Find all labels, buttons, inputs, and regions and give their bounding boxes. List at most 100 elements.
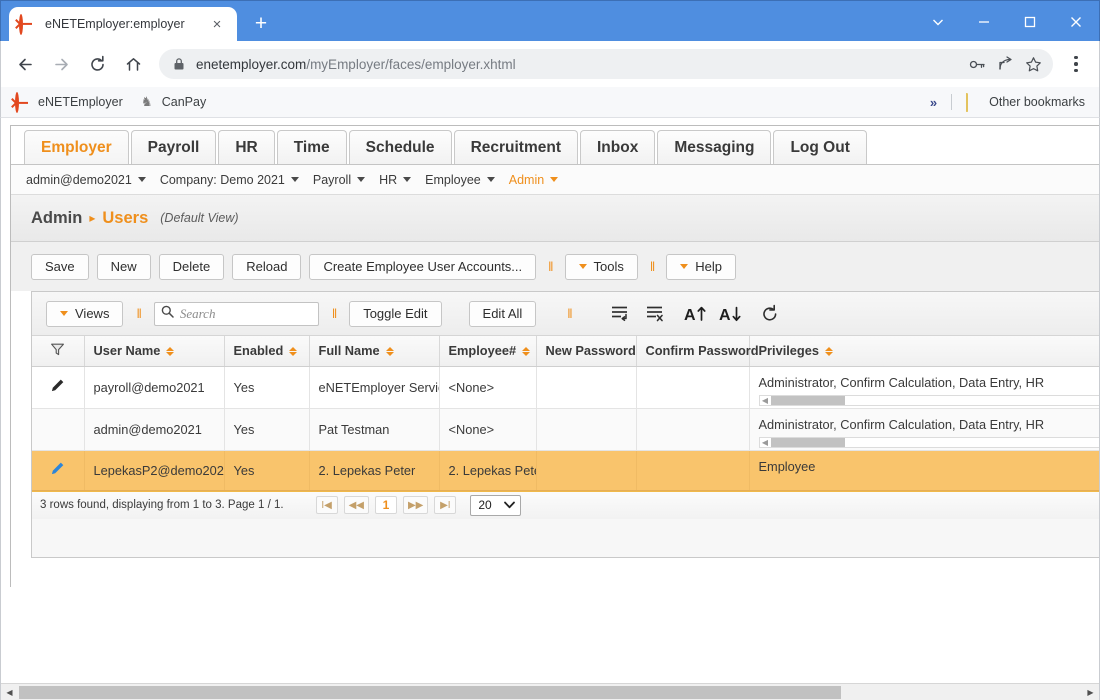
chevron-down-icon — [578, 264, 587, 269]
table-row[interactable]: LepekasP2@demo2021 Yes 2. Lepekas Peter … — [32, 450, 1099, 491]
toolbar-divider: ‖ — [649, 259, 655, 274]
menu-employee[interactable]: Employee — [425, 173, 495, 187]
table-row[interactable]: admin@demo2021 Yes Pat Testman <None> Ad… — [32, 408, 1099, 451]
sort-descending-icon[interactable]: A — [718, 301, 744, 327]
menu-company[interactable]: Company: Demo 2021 — [160, 173, 299, 187]
column-header-full-name[interactable]: Full Name — [309, 336, 440, 367]
row-edit-cell[interactable] — [32, 366, 85, 409]
forward-icon[interactable] — [45, 48, 77, 80]
column-header-user-name[interactable]: User Name — [84, 336, 225, 367]
menu-user-account[interactable]: admin@demo2021 — [26, 173, 146, 187]
home-icon[interactable] — [117, 48, 149, 80]
cell-confirm-password[interactable] — [636, 408, 750, 451]
column-header-new-password[interactable]: New Password — [536, 336, 637, 367]
header-label: Employee# — [448, 343, 517, 359]
delete-button[interactable]: Delete — [158, 253, 225, 280]
column-header-enabled[interactable]: Enabled — [224, 336, 310, 367]
scrollbar-thumb[interactable] — [770, 437, 845, 447]
minimize-icon[interactable] — [961, 1, 1007, 42]
privileges-scrollbar[interactable]: ◀ — [758, 436, 1099, 448]
scroll-right-icon[interactable]: ▶ — [1082, 684, 1099, 700]
help-dropdown-button[interactable]: Help — [666, 253, 736, 280]
reload-icon[interactable] — [81, 48, 113, 80]
column-header-confirm-password[interactable]: Confirm Password — [636, 336, 759, 367]
share-icon[interactable] — [991, 50, 1019, 78]
pager-first-button[interactable]: I◀ — [315, 496, 338, 514]
scroll-left-icon[interactable]: ◀ — [760, 438, 771, 447]
cell-confirm-password[interactable] — [636, 366, 750, 409]
toggle-edit-button[interactable]: Toggle Edit — [349, 300, 442, 327]
bookmark-canpay[interactable]: ♞ CanPay — [131, 91, 214, 113]
save-button[interactable]: Save — [31, 253, 89, 280]
search-input[interactable]: Search — [153, 301, 319, 326]
chevron-down-icon[interactable] — [915, 1, 961, 42]
scrollbar-thumb[interactable] — [19, 685, 841, 699]
tools-dropdown-button[interactable]: Tools — [564, 253, 638, 280]
table-row[interactable]: payroll@demo2021 Yes eNETEmployer Servic… — [32, 366, 1099, 409]
filter-column-header[interactable] — [32, 336, 85, 367]
new-button[interactable]: New — [96, 253, 151, 280]
edit-all-button[interactable]: Edit All — [468, 300, 537, 327]
pencil-icon[interactable] — [50, 462, 65, 479]
pager-last-button[interactable]: ▶I — [434, 496, 457, 514]
address-bar[interactable]: enetemployer.com/myEmployer/faces/employ… — [159, 49, 1053, 79]
new-tab-button[interactable]: + — [247, 9, 275, 37]
views-dropdown-button[interactable]: Views — [46, 300, 124, 327]
cell-confirm-password[interactable] — [636, 450, 750, 491]
sort-icon[interactable] — [824, 347, 833, 357]
insert-row-icon[interactable] — [607, 301, 633, 327]
bookmark-enetemployer[interactable]: eNETEmployer — [7, 91, 131, 113]
create-employee-user-accounts-button[interactable]: Create Employee User Accounts... — [309, 253, 537, 280]
tab-hr[interactable]: HR — [218, 130, 275, 164]
close-window-icon[interactable] — [1053, 1, 1099, 42]
tab-recruitment[interactable]: Recruitment — [453, 130, 578, 164]
filter-funnel-icon[interactable] — [50, 343, 65, 360]
close-icon[interactable]: × — [207, 14, 227, 34]
reload-button[interactable]: Reload — [232, 253, 302, 280]
column-header-privileges[interactable]: Privileges — [749, 336, 1099, 367]
password-key-icon[interactable] — [963, 50, 991, 78]
scrollbar-thumb[interactable] — [770, 395, 845, 405]
bookmark-star-icon[interactable] — [1019, 50, 1047, 78]
menu-payroll[interactable]: Payroll — [313, 173, 366, 187]
column-header-employee-number[interactable]: Employee# — [439, 336, 537, 367]
breadcrumb-parent[interactable]: Admin — [31, 209, 82, 228]
tab-time[interactable]: Time — [276, 130, 347, 164]
maximize-icon[interactable] — [1007, 1, 1053, 42]
browser-menu-icon[interactable] — [1061, 48, 1091, 80]
sort-ascending-icon[interactable]: A — [683, 301, 709, 327]
pencil-icon[interactable] — [50, 379, 65, 396]
page-size-select[interactable]: 20 — [470, 494, 521, 516]
back-icon[interactable] — [9, 48, 41, 80]
horizontal-scrollbar[interactable]: ◀ ▶ — [1, 683, 1099, 700]
tab-log-out[interactable]: Log Out — [773, 130, 867, 164]
row-edit-cell[interactable] — [32, 450, 85, 491]
chevron-down-icon — [290, 177, 299, 182]
sort-icon[interactable] — [385, 347, 394, 357]
menu-hr[interactable]: HR — [379, 173, 412, 187]
pager-current-page[interactable]: 1 — [374, 496, 397, 514]
other-bookmarks-button[interactable]: Other bookmarks — [958, 91, 1093, 113]
cell-new-password[interactable] — [536, 366, 637, 409]
pager-next-button[interactable]: ▶▶ — [402, 496, 429, 514]
sort-icon[interactable] — [166, 347, 175, 357]
sort-icon[interactable] — [522, 347, 531, 357]
tab-schedule[interactable]: Schedule — [348, 130, 452, 164]
cell-new-password[interactable] — [536, 408, 637, 451]
row-edit-cell[interactable] — [32, 408, 85, 451]
refresh-icon[interactable] — [757, 301, 783, 327]
privileges-scrollbar[interactable]: ◀ — [758, 394, 1099, 406]
browser-tab[interactable]: eNETEmployer:employer × — [9, 7, 237, 41]
tab-inbox[interactable]: Inbox — [580, 130, 656, 164]
bookmarks-overflow-icon[interactable]: » — [922, 95, 945, 110]
delete-row-icon[interactable] — [642, 301, 668, 327]
tab-payroll[interactable]: Payroll — [130, 130, 217, 164]
scroll-left-icon[interactable]: ◀ — [1, 684, 18, 700]
pager-prev-button[interactable]: ◀◀ — [343, 496, 369, 514]
menu-admin[interactable]: Admin — [509, 173, 559, 187]
tab-messaging[interactable]: Messaging — [657, 130, 772, 164]
scroll-left-icon[interactable]: ◀ — [760, 396, 771, 405]
tab-employer[interactable]: Employer — [24, 130, 129, 164]
sort-icon[interactable] — [289, 347, 298, 357]
cell-new-password[interactable] — [536, 450, 637, 491]
